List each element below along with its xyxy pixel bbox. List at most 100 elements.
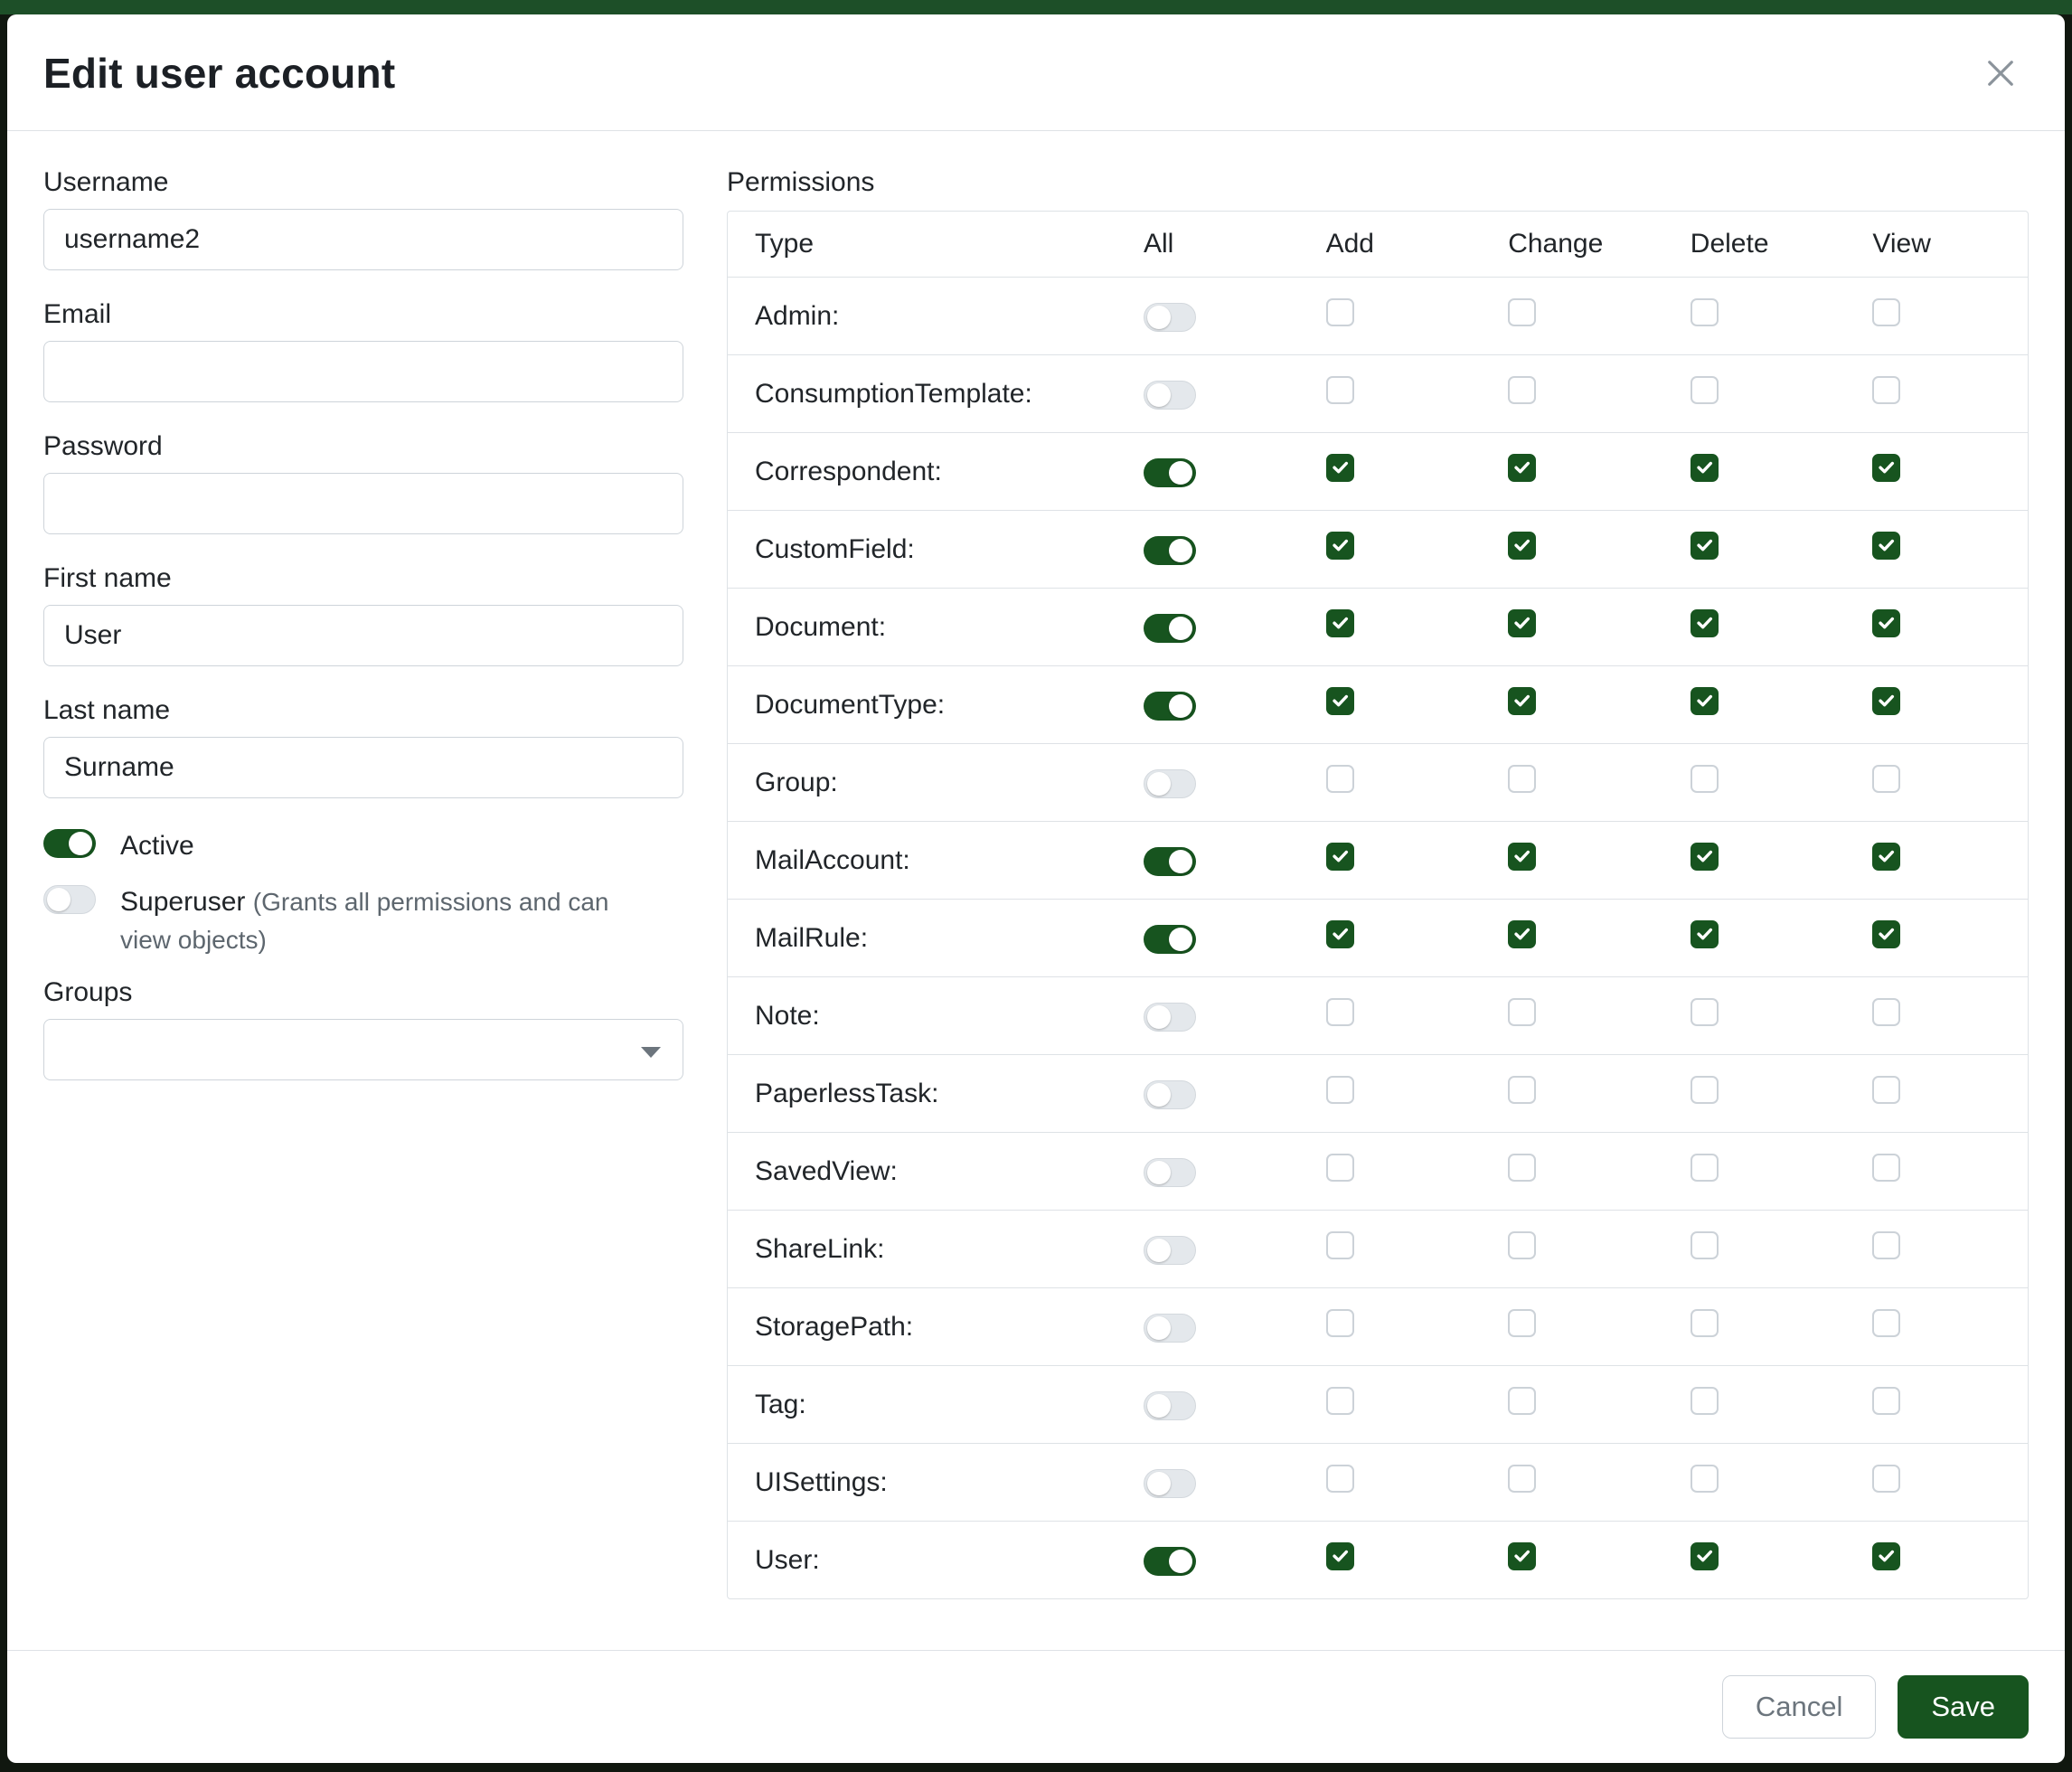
permission-change-checkbox[interactable] — [1508, 1154, 1536, 1182]
permission-all-toggle[interactable] — [1144, 381, 1196, 410]
permission-all-toggle[interactable] — [1144, 1080, 1196, 1109]
close-button[interactable] — [1976, 49, 2025, 98]
check-icon — [1877, 536, 1896, 555]
permission-view-checkbox[interactable] — [1872, 298, 1900, 326]
first-name-label: First name — [43, 563, 683, 594]
permission-change-checkbox[interactable] — [1508, 1076, 1536, 1104]
permission-change-checkbox[interactable] — [1508, 843, 1536, 871]
permission-add-checkbox[interactable] — [1326, 843, 1354, 871]
permission-all-toggle[interactable] — [1144, 925, 1196, 954]
username-input[interactable] — [43, 209, 683, 270]
permission-view-checkbox[interactable] — [1872, 843, 1900, 871]
permission-delete-checkbox[interactable] — [1691, 454, 1719, 482]
permission-change-checkbox[interactable] — [1508, 1465, 1536, 1493]
active-toggle[interactable] — [43, 829, 96, 858]
permission-delete-checkbox[interactable] — [1691, 1076, 1719, 1104]
permission-view-checkbox[interactable] — [1872, 1309, 1900, 1337]
permission-add-checkbox[interactable] — [1326, 687, 1354, 715]
permission-change-checkbox[interactable] — [1508, 687, 1536, 715]
permission-delete-checkbox[interactable] — [1691, 1542, 1719, 1570]
permission-view-checkbox[interactable] — [1872, 687, 1900, 715]
permission-add-checkbox[interactable] — [1326, 1231, 1354, 1259]
permission-add-checkbox[interactable] — [1326, 376, 1354, 404]
permission-delete-checkbox[interactable] — [1691, 920, 1719, 948]
last-name-input[interactable] — [43, 737, 683, 798]
permission-delete-checkbox[interactable] — [1691, 998, 1719, 1026]
permission-all-toggle[interactable] — [1144, 1391, 1196, 1420]
permission-add-checkbox[interactable] — [1326, 532, 1354, 560]
permission-delete-checkbox[interactable] — [1691, 1309, 1719, 1337]
superuser-toggle[interactable] — [43, 885, 96, 914]
permission-add-checkbox[interactable] — [1326, 609, 1354, 637]
permission-all-toggle[interactable] — [1144, 847, 1196, 876]
password-input[interactable] — [43, 473, 683, 534]
permission-view-checkbox[interactable] — [1872, 765, 1900, 793]
permission-all-toggle[interactable] — [1144, 692, 1196, 721]
permission-delete-checkbox[interactable] — [1691, 532, 1719, 560]
permission-view-checkbox[interactable] — [1872, 1076, 1900, 1104]
permission-add-checkbox[interactable] — [1326, 765, 1354, 793]
permission-view-checkbox[interactable] — [1872, 532, 1900, 560]
permission-delete-checkbox[interactable] — [1691, 298, 1719, 326]
permission-change-checkbox[interactable] — [1508, 1387, 1536, 1415]
permission-delete-checkbox[interactable] — [1691, 609, 1719, 637]
permission-delete-checkbox[interactable] — [1691, 687, 1719, 715]
permission-change-checkbox[interactable] — [1508, 1231, 1536, 1259]
permission-delete-checkbox[interactable] — [1691, 376, 1719, 404]
permission-delete-checkbox[interactable] — [1691, 843, 1719, 871]
permission-view-checkbox[interactable] — [1872, 609, 1900, 637]
permissions-table-header: Type All Add Change Delete View — [728, 212, 2028, 277]
permission-add-checkbox[interactable] — [1326, 454, 1354, 482]
permission-all-toggle[interactable] — [1144, 1236, 1196, 1265]
permission-add-checkbox[interactable] — [1326, 298, 1354, 326]
permission-view-checkbox[interactable] — [1872, 1465, 1900, 1493]
permission-all-toggle[interactable] — [1144, 1469, 1196, 1498]
permission-view-checkbox[interactable] — [1872, 920, 1900, 948]
permission-all-toggle[interactable] — [1144, 1547, 1196, 1576]
email-input[interactable] — [43, 341, 683, 402]
permission-view-checkbox[interactable] — [1872, 1542, 1900, 1570]
permission-all-toggle[interactable] — [1144, 1003, 1196, 1032]
permission-view-checkbox[interactable] — [1872, 454, 1900, 482]
permission-view-checkbox[interactable] — [1872, 1154, 1900, 1182]
permission-change-checkbox[interactable] — [1508, 454, 1536, 482]
groups-select[interactable] — [43, 1019, 683, 1080]
permission-all-toggle[interactable] — [1144, 614, 1196, 643]
permission-view-checkbox[interactable] — [1872, 376, 1900, 404]
permission-all-toggle[interactable] — [1144, 1158, 1196, 1187]
permission-all-toggle[interactable] — [1144, 769, 1196, 798]
permission-view-checkbox[interactable] — [1872, 998, 1900, 1026]
permission-change-checkbox[interactable] — [1508, 1542, 1536, 1570]
permission-all-toggle[interactable] — [1144, 1314, 1196, 1343]
permission-change-checkbox[interactable] — [1508, 1309, 1536, 1337]
permission-change-checkbox[interactable] — [1508, 920, 1536, 948]
save-button[interactable]: Save — [1898, 1675, 2029, 1739]
permission-delete-checkbox[interactable] — [1691, 765, 1719, 793]
permission-change-checkbox[interactable] — [1508, 298, 1536, 326]
permission-all-toggle[interactable] — [1144, 536, 1196, 565]
permission-change-checkbox[interactable] — [1508, 532, 1536, 560]
permission-change-checkbox[interactable] — [1508, 376, 1536, 404]
permission-all-toggle[interactable] — [1144, 303, 1196, 332]
permission-change-checkbox[interactable] — [1508, 998, 1536, 1026]
permission-delete-checkbox[interactable] — [1691, 1231, 1719, 1259]
first-name-input[interactable] — [43, 605, 683, 666]
permission-add-checkbox[interactable] — [1326, 1465, 1354, 1493]
cancel-button[interactable]: Cancel — [1722, 1675, 1877, 1739]
permission-add-checkbox[interactable] — [1326, 920, 1354, 948]
permission-delete-checkbox[interactable] — [1691, 1387, 1719, 1415]
permission-change-checkbox[interactable] — [1508, 765, 1536, 793]
permission-view-checkbox[interactable] — [1872, 1231, 1900, 1259]
permission-add-checkbox[interactable] — [1326, 1387, 1354, 1415]
permission-add-checkbox[interactable] — [1326, 1542, 1354, 1570]
permission-add-checkbox[interactable] — [1326, 1309, 1354, 1337]
permission-add-checkbox[interactable] — [1326, 998, 1354, 1026]
permissions-label: Permissions — [727, 167, 2029, 198]
permission-view-checkbox[interactable] — [1872, 1387, 1900, 1415]
permission-all-toggle[interactable] — [1144, 458, 1196, 487]
permission-add-checkbox[interactable] — [1326, 1154, 1354, 1182]
permission-change-checkbox[interactable] — [1508, 609, 1536, 637]
permission-add-checkbox[interactable] — [1326, 1076, 1354, 1104]
permission-delete-checkbox[interactable] — [1691, 1154, 1719, 1182]
permission-delete-checkbox[interactable] — [1691, 1465, 1719, 1493]
